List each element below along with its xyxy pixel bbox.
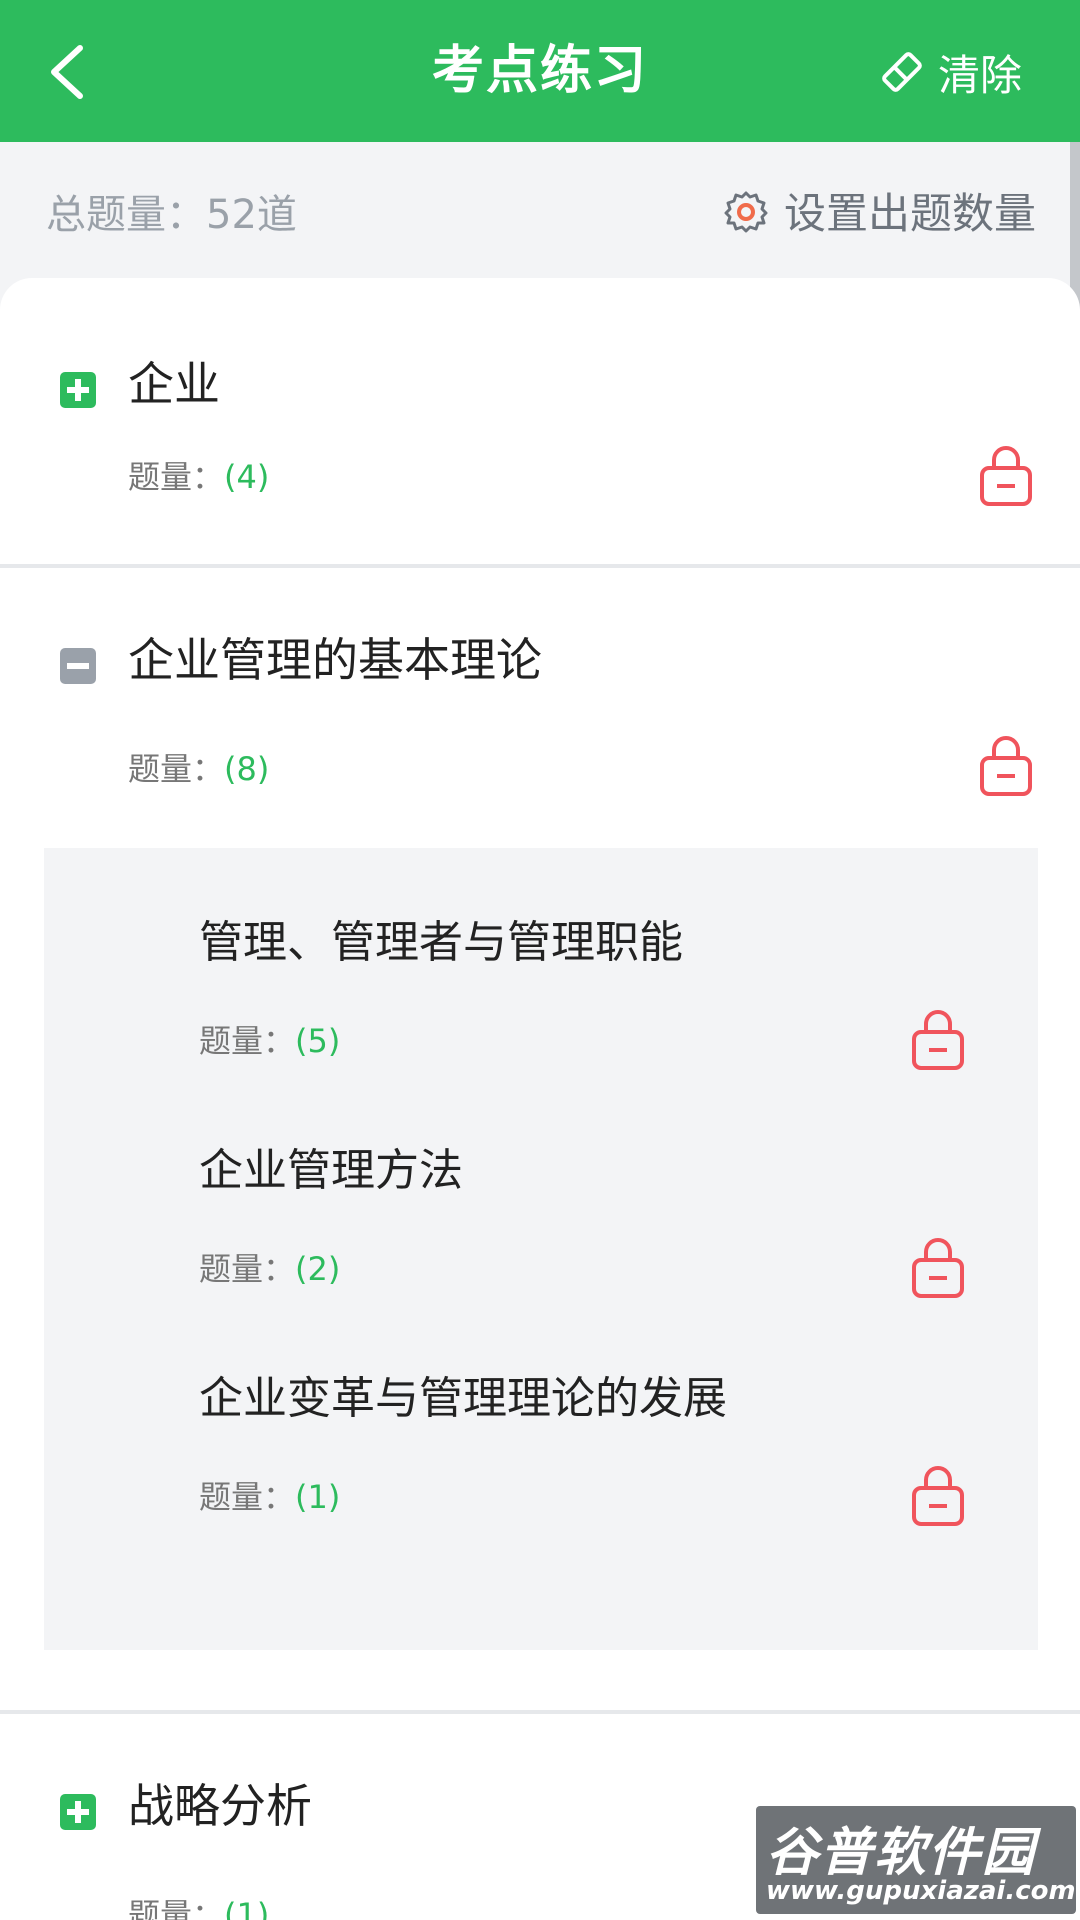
watermark-text: 谷普软件园 xyxy=(766,1823,1037,1883)
chapter-item[interactable]: 企业管理的基本理论 题量：(8) 管理、管理者与管理职能 题量：(5) 企业管理… xyxy=(0,568,1080,1710)
lock-icon[interactable] xyxy=(910,1464,966,1528)
subsection-list: 管理、管理者与管理职能 题量：(5) 企业管理方法 题量：(2) 企业变革与管理… xyxy=(44,848,1038,1650)
set-question-count-button[interactable]: 设置出题数量 xyxy=(724,180,1036,241)
summary-bar: 总题量：52道 设置出题数量 xyxy=(0,142,1080,278)
question-count: 题量：(4) xyxy=(128,458,270,496)
clear-button[interactable]: 清除 xyxy=(880,42,1022,102)
question-count: 题量：(1) xyxy=(128,1896,270,1920)
app-bar: 考点练习 清除 xyxy=(0,0,1080,142)
question-count: 题量：(8) xyxy=(128,750,270,788)
total-question-count: 总题量：52道 xyxy=(46,192,297,238)
subsection-title[interactable]: 管理、管理者与管理职能 xyxy=(199,906,683,970)
gear-icon xyxy=(724,191,768,232)
subsection-title[interactable]: 企业变革与管理理论的发展 xyxy=(199,1362,727,1426)
chapter-title: 企业 xyxy=(128,357,220,411)
plus-square-icon[interactable] xyxy=(60,372,96,408)
clear-label: 清除 xyxy=(937,50,1022,100)
lock-icon[interactable] xyxy=(910,1008,966,1072)
plus-square-icon[interactable] xyxy=(60,1794,96,1830)
minus-square-icon[interactable] xyxy=(60,648,96,684)
lock-icon[interactable] xyxy=(910,1236,966,1300)
chapter-item[interactable]: 企业 题量：(4) xyxy=(0,278,1080,564)
subsection-title[interactable]: 企业管理方法 xyxy=(199,1134,463,1198)
eraser-icon xyxy=(882,52,922,92)
set-question-count-label: 设置出题数量 xyxy=(783,189,1036,238)
chapter-title: 战略分析 xyxy=(128,1779,312,1833)
watermark-url: www.gupuxiazai.com xyxy=(766,1876,1076,1906)
lock-icon[interactable] xyxy=(978,734,1034,798)
question-count: 题量：(1) xyxy=(199,1478,341,1516)
question-count: 题量：(2) xyxy=(199,1250,341,1288)
lock-icon[interactable] xyxy=(978,444,1034,508)
chapter-title: 企业管理的基本理论 xyxy=(128,633,542,687)
question-count: 题量：(5) xyxy=(199,1022,341,1060)
watermark-logo: 谷普软件园 www.gupuxiazai.com xyxy=(756,1806,1076,1914)
